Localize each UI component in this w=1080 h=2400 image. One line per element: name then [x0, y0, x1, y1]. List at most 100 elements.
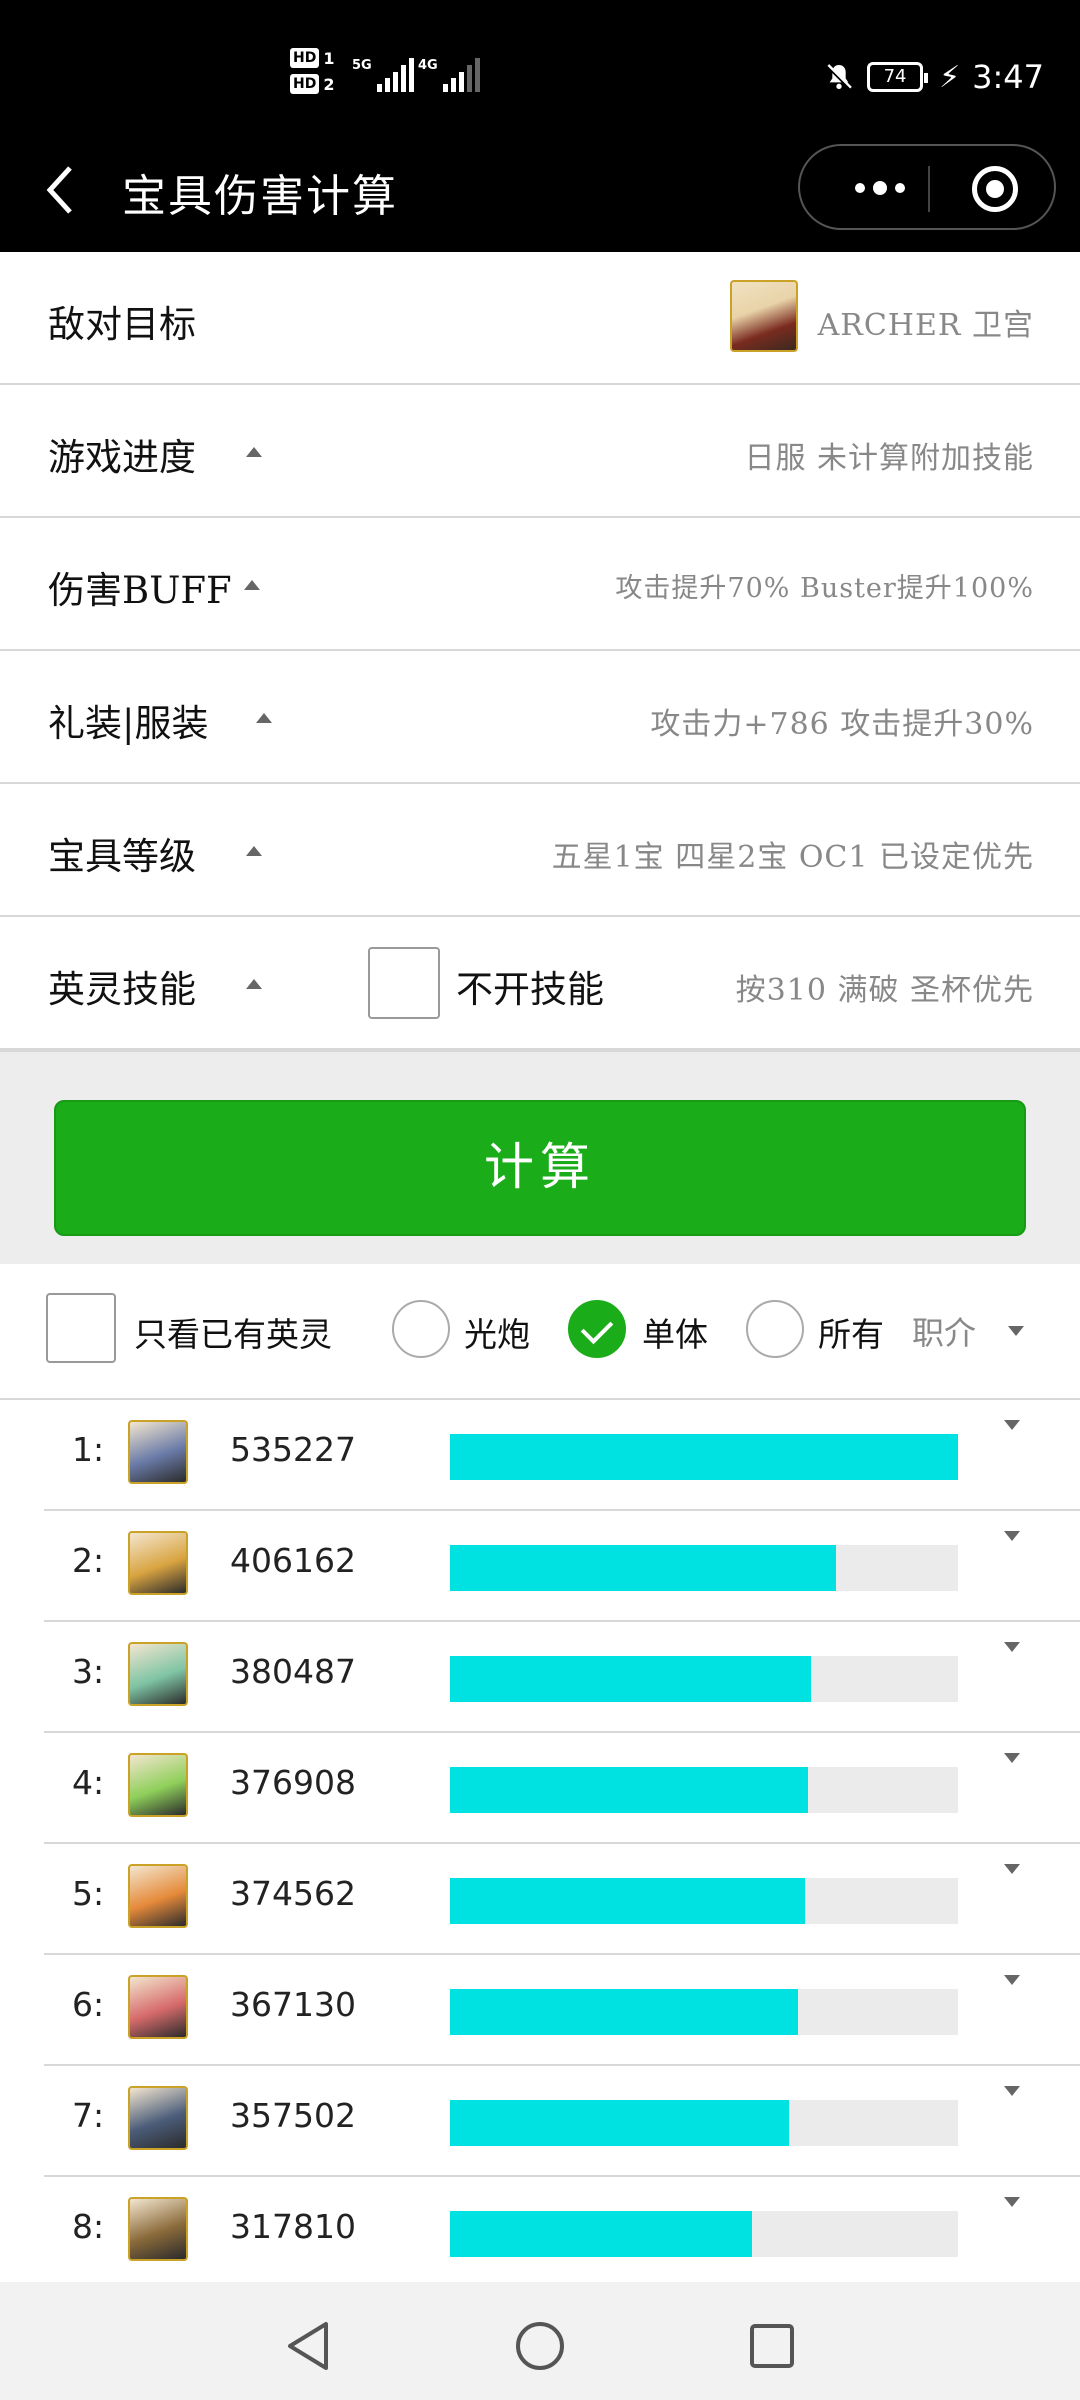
calculate-button[interactable]: 计算 [54, 1100, 1026, 1236]
all-label: 所有 [818, 1315, 884, 1354]
page-title: 宝具伤害计算 [122, 171, 398, 222]
ranking-row[interactable]: 8: 317810 [44, 2177, 1080, 2288]
damage-bar [450, 1545, 958, 1591]
rank-number: 6: [72, 1985, 105, 2024]
expand-row-icon[interactable] [1004, 2086, 1020, 2096]
servant-avatar-icon [128, 1642, 188, 1706]
rank-number: 5: [72, 1874, 105, 1913]
signal-5g-icon: 5G [352, 58, 414, 92]
ranking-row[interactable]: 1: 535227 [44, 1400, 1080, 1511]
expand-row-icon[interactable] [1004, 2197, 1020, 2207]
setting-value: 五星1宝 四星2宝 OC1 已设定优先 [551, 840, 1034, 875]
setting-label: 伤害BUFF [48, 569, 232, 612]
servant-avatar-icon [128, 2086, 188, 2150]
damage-bar [450, 1989, 958, 2035]
setting-value: 日服 未计算附加技能 [744, 441, 1034, 476]
system-back-icon[interactable] [280, 2318, 336, 2374]
damage-bar-fill [450, 1545, 836, 1591]
expand-row-icon[interactable] [1004, 1642, 1020, 1652]
damage-bar [450, 2100, 958, 2146]
setting-enemy-target[interactable]: 敌对目标 ARCHER 卫宫 [0, 252, 1080, 385]
setting-np-level[interactable]: 宝具等级 五星1宝 四星2宝 OC1 已设定优先 [0, 784, 1080, 917]
damage-bar-fill [450, 1434, 958, 1480]
servant-avatar-icon [128, 1531, 188, 1595]
setting-value: 攻击提升70% Buster提升100% [615, 573, 1034, 604]
rank-number: 1: [72, 1430, 105, 1469]
no-skills-checkbox[interactable] [368, 947, 440, 1019]
servant-avatar-icon [128, 1753, 188, 1817]
damage-bar-fill [450, 2211, 752, 2257]
setting-label: 敌对目标 [48, 303, 196, 346]
all-radio[interactable] [746, 1300, 804, 1358]
damage-value: 380487 [230, 1652, 356, 1691]
sim-indicators: HD 1 HD 2 [290, 48, 350, 100]
aoe-label: 光炮 [464, 1315, 530, 1354]
setting-label: 英灵技能 [48, 968, 196, 1011]
setting-label: 游戏进度 [48, 436, 196, 479]
owned-only-checkbox[interactable] [46, 1293, 116, 1363]
servant-avatar-icon [128, 2197, 188, 2261]
expand-row-icon[interactable] [1004, 1531, 1020, 1541]
bell-muted-icon [825, 63, 853, 91]
setting-damage-buff[interactable]: 伤害BUFF 攻击提升70% Buster提升100% [0, 518, 1080, 651]
servant-avatar-icon [128, 1975, 188, 2039]
no-skills-label: 不开技能 [456, 968, 604, 1011]
expand-up-icon [246, 846, 262, 856]
damage-value: 317810 [230, 2207, 356, 2246]
damage-bar [450, 1656, 958, 1702]
setting-value: 按310 满破 圣杯优先 [735, 973, 1034, 1008]
expand-row-icon[interactable] [1004, 1420, 1020, 1430]
expand-row-icon[interactable] [1004, 1975, 1020, 1985]
damage-value: 357502 [230, 2096, 356, 2135]
clock: 3:47 [972, 58, 1044, 96]
setting-servant-skills[interactable]: 英灵技能 不开技能 按310 满破 圣杯优先 [0, 917, 1080, 1050]
ranking-row[interactable]: 2: 406162 [44, 1511, 1080, 1622]
single-target-radio[interactable] [568, 1300, 626, 1358]
ranking-row[interactable]: 7: 357502 [44, 2066, 1080, 2177]
calc-area: 计算 [0, 1050, 1080, 1264]
single-target-label: 单体 [642, 1315, 708, 1354]
status-bar: HD 1 HD 2 5G 4G 74 ⚡ 3:47 [0, 0, 1080, 130]
ranking-row[interactable]: 5: 374562 [44, 1844, 1080, 1955]
hd-badge-1: HD [290, 48, 320, 68]
close-miniprogram-icon[interactable] [972, 166, 1018, 212]
damage-bar [450, 1434, 958, 1480]
nav-header: 宝具伤害计算 [0, 130, 1080, 252]
ranking-row[interactable]: 3: 380487 [44, 1622, 1080, 1733]
setting-value: ARCHER 卫宫 [817, 308, 1034, 343]
more-icon[interactable] [840, 168, 920, 208]
class-dropdown-icon[interactable] [1008, 1326, 1024, 1336]
setting-craft-essence[interactable]: 礼装|服装 攻击力+786 攻击提升30% [0, 651, 1080, 784]
back-icon[interactable] [40, 160, 80, 220]
expand-up-icon [246, 447, 262, 457]
damage-value: 406162 [230, 1541, 356, 1580]
rank-number: 4: [72, 1763, 105, 1802]
expand-up-icon [244, 580, 260, 590]
status-right: 74 ⚡ 3:47 [823, 58, 1044, 96]
damage-bar-fill [450, 1767, 808, 1813]
damage-bar [450, 2211, 958, 2257]
class-filter[interactable]: 职介 [912, 1308, 976, 1354]
setting-label: 礼装|服装 [48, 702, 209, 745]
damage-bar-fill [450, 2100, 790, 2146]
rank-number: 8: [72, 2207, 105, 2246]
expand-row-icon[interactable] [1004, 1864, 1020, 1874]
rank-number: 2: [72, 1541, 105, 1580]
servant-avatar-icon [128, 1864, 188, 1928]
aoe-radio[interactable] [392, 1300, 450, 1358]
system-recents-icon[interactable] [744, 2318, 800, 2374]
system-navigation-bar [0, 2282, 1080, 2400]
setting-game-progress[interactable]: 游戏进度 日服 未计算附加技能 [0, 385, 1080, 518]
ranking-row[interactable]: 4: 376908 [44, 1733, 1080, 1844]
damage-value: 367130 [230, 1985, 356, 2024]
system-home-icon[interactable] [512, 2318, 568, 2374]
setting-label: 宝具等级 [48, 835, 196, 878]
damage-bar [450, 1878, 958, 1924]
battery-icon: 74 [867, 62, 929, 92]
ranking-row[interactable]: 6: 367130 [44, 1955, 1080, 2066]
setting-value: 攻击力+786 攻击提升30% [650, 707, 1034, 742]
capsule-divider [928, 166, 930, 212]
expand-row-icon[interactable] [1004, 1753, 1020, 1763]
owned-only-label: 只看已有英灵 [134, 1315, 332, 1354]
filter-bar: 只看已有英灵 光炮 单体 所有 职介 [0, 1264, 1080, 1400]
